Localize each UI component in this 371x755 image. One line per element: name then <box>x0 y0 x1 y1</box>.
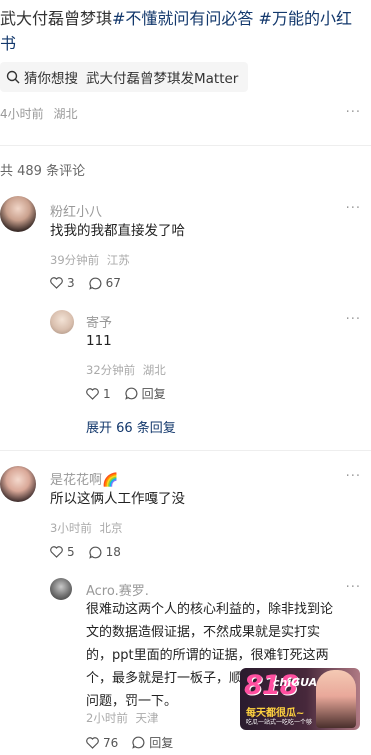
heart-icon <box>50 546 63 558</box>
reply-location: 天津 <box>135 711 159 725</box>
comment-username[interactable]: 粉红小八 <box>50 201 102 220</box>
heart-icon <box>50 277 63 289</box>
heart-icon <box>86 736 99 749</box>
avatar[interactable] <box>0 196 36 232</box>
hashtag-link-continued[interactable]: 书 <box>0 34 16 53</box>
like-button[interactable]: 1 <box>86 387 111 401</box>
reply-button[interactable]: 67 <box>88 276 121 290</box>
avatar[interactable] <box>50 578 72 600</box>
comment-meta: 39分钟前 江苏 <box>50 252 130 268</box>
reply-meta: 2小时前 天津 <box>86 710 158 726</box>
comment-meta: 3小时前 北京 <box>50 520 122 536</box>
like-count: 5 <box>67 545 75 559</box>
watermark-logo: 818 chiGUA 每天都很瓜~ 吃瓜一站式一吃吃一个够 <box>240 668 360 730</box>
like-button[interactable]: 76 <box>86 736 118 750</box>
comment-bubble-icon <box>124 387 138 400</box>
reply-count: 18 <box>105 545 121 559</box>
reply-button[interactable]: 18 <box>88 545 121 559</box>
watermark-figure <box>316 670 356 728</box>
comment-actions: 5 18 <box>50 545 135 559</box>
comment-text: 找我的我都直接发了哈 <box>50 223 185 239</box>
expand-replies-link[interactable]: 展开 66 条回复 <box>86 417 176 436</box>
heart-icon <box>86 387 99 400</box>
comment-bubble-icon <box>88 546 102 559</box>
post-more-icon[interactable]: ··· <box>346 105 361 120</box>
post-time: 4小时前 <box>0 107 44 121</box>
comment-time: 39分钟前 <box>50 253 100 267</box>
reply-text: 111 <box>86 333 112 349</box>
reply-text-line: 很难动这两个人的核心利益的，除非找到论 <box>86 602 334 617</box>
like-count: 3 <box>67 276 75 290</box>
hashtag-link[interactable]: #万能的小红 <box>259 9 352 28</box>
reply-actions: 76 回复 <box>86 734 187 751</box>
watermark-subcaption: 吃瓜一站式一吃吃一个够 <box>246 719 313 726</box>
reply-actions: 1 回复 <box>86 385 180 402</box>
watermark-brand: chiGUA <box>273 676 318 689</box>
comment-more-icon[interactable]: ··· <box>346 469 361 484</box>
reply-more-icon[interactable]: ··· <box>346 580 361 595</box>
reply-label: 回复 <box>149 736 174 750</box>
search-chip-query: 武大付磊曾梦琪发Matter <box>86 71 239 87</box>
comment-actions: 3 67 <box>50 276 135 290</box>
like-button[interactable]: 3 <box>50 276 75 290</box>
comment-location: 北京 <box>99 521 123 535</box>
like-count: 1 <box>103 386 111 401</box>
post-location: 湖北 <box>53 107 78 121</box>
divider <box>0 450 371 451</box>
reply-username[interactable]: 寄予 <box>86 312 112 331</box>
like-button[interactable]: 5 <box>50 545 75 559</box>
search-chip-label: 猜你想搜 <box>24 71 78 87</box>
post-text: 武大付磊曾梦琪#不懂就问有问必答 #万能的小红 书 <box>0 6 371 56</box>
comments-count: 共 489 条评论 <box>0 164 86 179</box>
comment-bubble-icon <box>88 277 102 290</box>
reply-button[interactable]: 回复 <box>132 734 173 751</box>
comment-time: 3小时前 <box>50 521 92 535</box>
reply-count: 67 <box>105 276 121 290</box>
reply-location: 湖北 <box>142 363 166 377</box>
reply-button[interactable]: 回复 <box>124 385 166 402</box>
reply-username[interactable]: Acro.赛罗. <box>86 580 149 599</box>
comment-text: 所以这俩人工作嘎了没 <box>50 491 185 507</box>
reply-text-line: 的，ppt里面的所谓的证据，很难钉死这两 <box>86 648 329 663</box>
reply-meta: 32分钟前 湖北 <box>86 362 166 378</box>
avatar[interactable] <box>50 310 74 334</box>
reply-more-icon[interactable]: ··· <box>346 312 361 327</box>
comment-more-icon[interactable]: ··· <box>346 201 361 216</box>
comment-location: 江苏 <box>106 253 130 267</box>
reply-time: 32分钟前 <box>86 363 136 377</box>
post-meta: 4小时前 湖北 <box>0 105 77 122</box>
suggested-search-chip[interactable]: 猜你想搜 武大付磊曾梦琪发Matter <box>0 62 249 92</box>
like-count: 76 <box>103 735 119 750</box>
avatar[interactable] <box>0 466 36 502</box>
reply-text-line: 文的数据造假证据，不然成果就是实打实 <box>86 625 321 640</box>
hashtag-link[interactable]: #不懂就问有问必答 <box>112 9 253 28</box>
post-author-text: 武大付磊曾梦琪 <box>0 9 113 28</box>
divider <box>0 145 371 146</box>
reply-label: 回复 <box>141 387 166 401</box>
search-icon <box>6 70 20 84</box>
comment-username[interactable]: 是花花啊🌈 <box>50 469 118 488</box>
comment-bubble-icon <box>132 736 145 749</box>
reply-time: 2小时前 <box>86 711 128 725</box>
